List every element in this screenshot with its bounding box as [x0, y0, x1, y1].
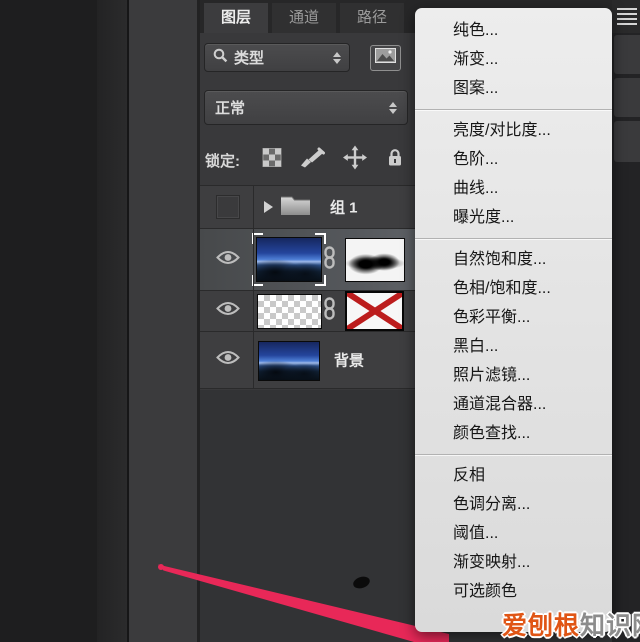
eye-icon[interactable]: [216, 250, 240, 270]
photoshop-window: 图层 通道 路径 类型 正常 锁定: 组 1 背景 纯色... 渐变... 图案…: [0, 0, 640, 642]
menu-item[interactable]: 亮度/对比度...: [415, 116, 612, 145]
disclosure-triangle-icon[interactable]: [264, 201, 273, 213]
filter-pattern-button[interactable]: [370, 45, 401, 71]
panel-menu-icon[interactable]: [617, 8, 637, 25]
menu-item[interactable]: 图案...: [415, 74, 612, 103]
selection-bracket: [315, 233, 326, 244]
background-panel-row: [614, 78, 640, 117]
watermark-part2: 知识网: [580, 612, 640, 640]
lock-position-icon[interactable]: [343, 145, 367, 175]
menu-item[interactable]: 色彩平衡...: [415, 303, 612, 332]
menu-separator: [415, 238, 612, 239]
visibility-toggle-empty[interactable]: [216, 195, 240, 219]
chain-link-icon[interactable]: [323, 245, 336, 274]
watermark-part1: 爱刨根: [502, 612, 581, 640]
tab-paths[interactable]: 路径: [340, 3, 404, 33]
layer-thumbnail-transparent[interactable]: [257, 294, 322, 329]
menu-item[interactable]: 渐变...: [415, 45, 612, 74]
canvas-edge: [97, 0, 127, 642]
menu-item[interactable]: 可选颜色: [415, 577, 612, 606]
menu-item[interactable]: 渐变映射...: [415, 548, 612, 577]
watermark: 爱刨根知识网: [502, 606, 640, 642]
menu-item[interactable]: 照片滤镜...: [415, 361, 612, 390]
lock-pixels-icon[interactable]: [299, 147, 325, 174]
blend-mode-value: 正常: [215, 100, 246, 117]
group-name[interactable]: 组 1: [330, 197, 358, 218]
pattern-thumbnail-icon: [375, 48, 396, 68]
canvas-area: [0, 0, 97, 642]
menu-item[interactable]: 色调分离...: [415, 490, 612, 519]
menu-item[interactable]: 反相: [415, 461, 612, 490]
red-x-icon[interactable]: [345, 291, 404, 331]
layer-filter-dropdown[interactable]: 类型: [204, 43, 350, 72]
chain-link-icon[interactable]: [323, 297, 336, 325]
dock-strip[interactable]: [129, 0, 197, 642]
selection-bracket: [315, 275, 326, 286]
menu-item[interactable]: 曲线...: [415, 174, 612, 203]
eye-icon[interactable]: [216, 350, 240, 370]
folder-icon: [280, 193, 311, 221]
menu-item[interactable]: 黑白...: [415, 332, 612, 361]
adjustment-layer-menu: 纯色... 渐变... 图案... 亮度/对比度... 色阶... 曲线... 曝光度...…: [415, 8, 612, 632]
lock-transparency-icon[interactable]: [262, 148, 282, 173]
lock-label: 锁定:: [205, 152, 240, 170]
menu-separator: [415, 109, 612, 110]
lock-all-icon[interactable]: [386, 148, 404, 172]
search-icon: [213, 48, 228, 67]
column-divider: [253, 185, 254, 389]
tab-layers[interactable]: 图层: [204, 3, 268, 33]
blend-mode-dropdown[interactable]: 正常: [204, 90, 408, 125]
menu-item[interactable]: 色阶...: [415, 145, 612, 174]
menu-item[interactable]: 通道混合器...: [415, 390, 612, 419]
menu-item[interactable]: 自然饱和度...: [415, 245, 612, 274]
menu-separator: [415, 454, 612, 455]
menu-item[interactable]: 色相/饱和度...: [415, 274, 612, 303]
filter-type-label: 类型: [234, 50, 265, 67]
menu-item[interactable]: 曝光度...: [415, 203, 612, 232]
spinner-icon: [389, 101, 397, 114]
layer-mask-thumbnail[interactable]: [345, 238, 405, 282]
eye-icon[interactable]: [216, 301, 240, 321]
background-panel-row: [614, 121, 640, 162]
menu-item[interactable]: 阈值...: [415, 519, 612, 548]
spinner-icon: [333, 51, 341, 64]
layer-thumbnail[interactable]: [252, 233, 326, 286]
layer-thumbnail[interactable]: [258, 341, 320, 381]
background-layer-name[interactable]: 背景: [334, 350, 364, 371]
panel-right-edge: [612, 0, 640, 642]
menu-item[interactable]: 颜色查找...: [415, 419, 612, 448]
menu-item[interactable]: 纯色...: [415, 16, 612, 45]
tab-channels[interactable]: 通道: [272, 3, 336, 33]
background-panel-row: [614, 35, 640, 74]
